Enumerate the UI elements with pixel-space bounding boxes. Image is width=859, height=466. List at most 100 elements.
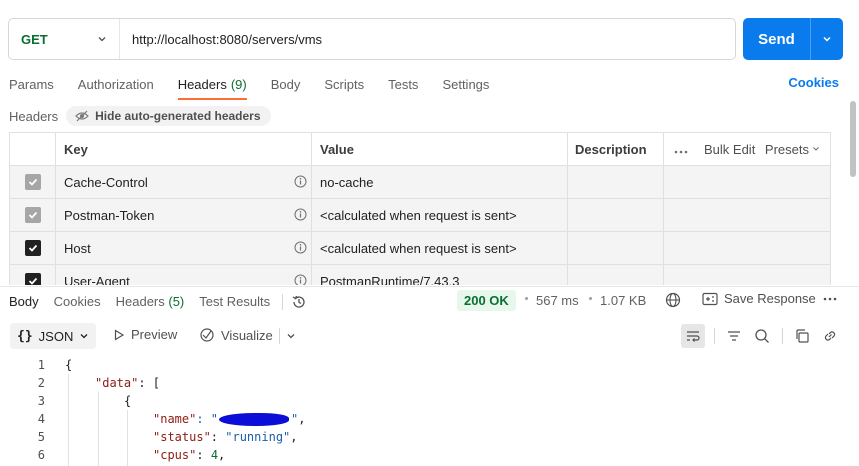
row-checkbox-cell xyxy=(9,166,55,198)
row-checkbox-cell xyxy=(9,265,55,285)
response-time[interactable]: 567 ms xyxy=(536,293,579,308)
response-tab-headers[interactable]: Headers (5) xyxy=(116,294,185,309)
copy-icon xyxy=(796,329,809,343)
table-actions: Bulk Edit Presets xyxy=(663,133,831,165)
line-number: 1 xyxy=(37,358,45,372)
format-select[interactable]: {} JSON xyxy=(10,323,97,349)
link-button[interactable] xyxy=(819,325,841,347)
visualize-button[interactable]: Visualize xyxy=(199,327,273,343)
tab-authorization[interactable]: Authorization xyxy=(78,70,154,98)
tab-label: Authorization xyxy=(77,76,154,92)
chevron-down-icon xyxy=(80,334,88,339)
key-cell[interactable]: Postman-Token xyxy=(55,199,311,231)
row-checkbox[interactable] xyxy=(24,273,41,285)
info-icon[interactable] xyxy=(294,175,307,188)
response-tab-body[interactable]: Body xyxy=(9,294,39,309)
tab-label: Settings xyxy=(442,76,490,92)
value-cell[interactable]: <calculated when request is sent> xyxy=(311,232,567,264)
column-header-description: Description xyxy=(567,133,663,165)
filter-icon xyxy=(728,331,740,341)
tab-label: Body xyxy=(9,294,39,309)
tab-scripts[interactable]: Scripts xyxy=(324,70,364,98)
bulk-edit-button[interactable]: Bulk Edit xyxy=(674,142,755,157)
json-punct: : " xyxy=(196,412,219,426)
response-tab-test-results[interactable]: Test Results xyxy=(199,294,270,309)
presets-dropdown[interactable]: Presets xyxy=(765,142,820,157)
response-tab-cookies[interactable]: Cookies xyxy=(54,294,101,309)
wrap-icon xyxy=(687,331,700,342)
row-checkbox[interactable] xyxy=(24,207,41,223)
tab-params[interactable]: Params xyxy=(9,70,54,98)
code-text: { xyxy=(124,394,132,408)
presets-label: Presets xyxy=(764,141,809,157)
code-text: "data": [ xyxy=(95,376,160,390)
info-icon[interactable] xyxy=(294,241,307,254)
filter-button[interactable] xyxy=(723,325,745,347)
braces-icon: {} xyxy=(17,328,33,344)
key-cell[interactable]: Cache-Control xyxy=(55,166,311,198)
description-cell[interactable] xyxy=(567,166,663,198)
tab-body[interactable]: Body xyxy=(271,70,301,98)
more-options-icon[interactable] xyxy=(823,297,837,301)
actions-cell xyxy=(663,166,831,198)
line-number: 6 xyxy=(37,448,45,462)
status-badge[interactable]: 200 OK xyxy=(457,290,516,311)
value-cell[interactable]: no-cache xyxy=(311,166,567,198)
chevron-down-icon xyxy=(823,36,831,42)
cookies-link[interactable]: Cookies xyxy=(788,75,839,90)
copy-button[interactable] xyxy=(791,325,813,347)
tab-label: Tests xyxy=(388,76,419,92)
chevron-down-icon[interactable] xyxy=(286,331,296,341)
tab-label: Body xyxy=(270,76,301,92)
wrap-lines-button[interactable] xyxy=(681,324,705,348)
value-cell[interactable]: <calculated when request is sent> xyxy=(311,199,567,231)
value-cell[interactable]: PostmanRuntime/7.43.3 xyxy=(311,265,567,285)
tab-label: Params xyxy=(9,76,54,92)
eye-off-icon xyxy=(75,110,89,122)
send-options-button[interactable] xyxy=(811,18,843,60)
code-line: 1 { xyxy=(0,356,859,374)
code-line: 3 { xyxy=(0,392,859,410)
url-input[interactable] xyxy=(120,19,735,59)
json-key: "status" xyxy=(153,430,211,444)
row-checkbox[interactable] xyxy=(24,240,41,256)
chevron-down-icon xyxy=(813,147,819,151)
globe-icon[interactable] xyxy=(665,292,681,308)
key-text: Postman-Token xyxy=(64,207,155,223)
response-body-editor[interactable]: 1 { 2 "data": [ 3 { 4 "name": " ", 5 "sta… xyxy=(0,356,859,466)
line-number: 2 xyxy=(37,376,45,390)
tab-count: (5) xyxy=(168,294,185,309)
search-button[interactable] xyxy=(751,325,773,347)
key-cell[interactable]: Host xyxy=(55,232,311,264)
headers-toolbar: Headers Hide auto-generated headers xyxy=(9,105,271,127)
row-checkbox[interactable] xyxy=(24,174,41,190)
save-response-button[interactable]: Save Response xyxy=(702,291,816,306)
tab-label: Test Results xyxy=(199,294,271,309)
info-icon[interactable] xyxy=(294,274,307,285)
request-scrollbar[interactable] xyxy=(850,101,856,177)
preview-button[interactable]: Preview xyxy=(113,327,177,342)
info-icon[interactable] xyxy=(294,208,307,221)
key-text: User-Agent xyxy=(64,273,130,286)
description-cell[interactable] xyxy=(567,199,663,231)
send-button[interactable]: Send xyxy=(743,18,810,60)
tab-headers[interactable]: Headers (9) xyxy=(177,70,247,100)
history-icon[interactable] xyxy=(291,294,307,310)
headers-title: Headers xyxy=(9,108,59,124)
response-size[interactable]: 1.07 KB xyxy=(600,293,646,308)
code-text: "status": "running", xyxy=(153,430,298,444)
code-line: 5 "status": "running", xyxy=(0,428,859,446)
json-number: 4 xyxy=(210,448,219,462)
table-header-row: Key Value Description Bulk Edit Presets xyxy=(9,133,831,166)
description-cell[interactable] xyxy=(567,232,663,264)
description-cell[interactable] xyxy=(567,265,663,285)
tab-settings[interactable]: Settings xyxy=(442,70,489,98)
tab-tests[interactable]: Tests xyxy=(388,70,418,98)
tab-label: Scripts xyxy=(324,76,365,92)
chevron-down-icon xyxy=(97,34,107,44)
visualize-icon xyxy=(200,328,214,342)
hide-auto-generated-button[interactable]: Hide auto-generated headers xyxy=(66,106,271,126)
method-select[interactable]: GET xyxy=(9,19,120,59)
json-key: "data" xyxy=(95,376,139,390)
key-cell[interactable]: User-Agent xyxy=(55,265,311,285)
